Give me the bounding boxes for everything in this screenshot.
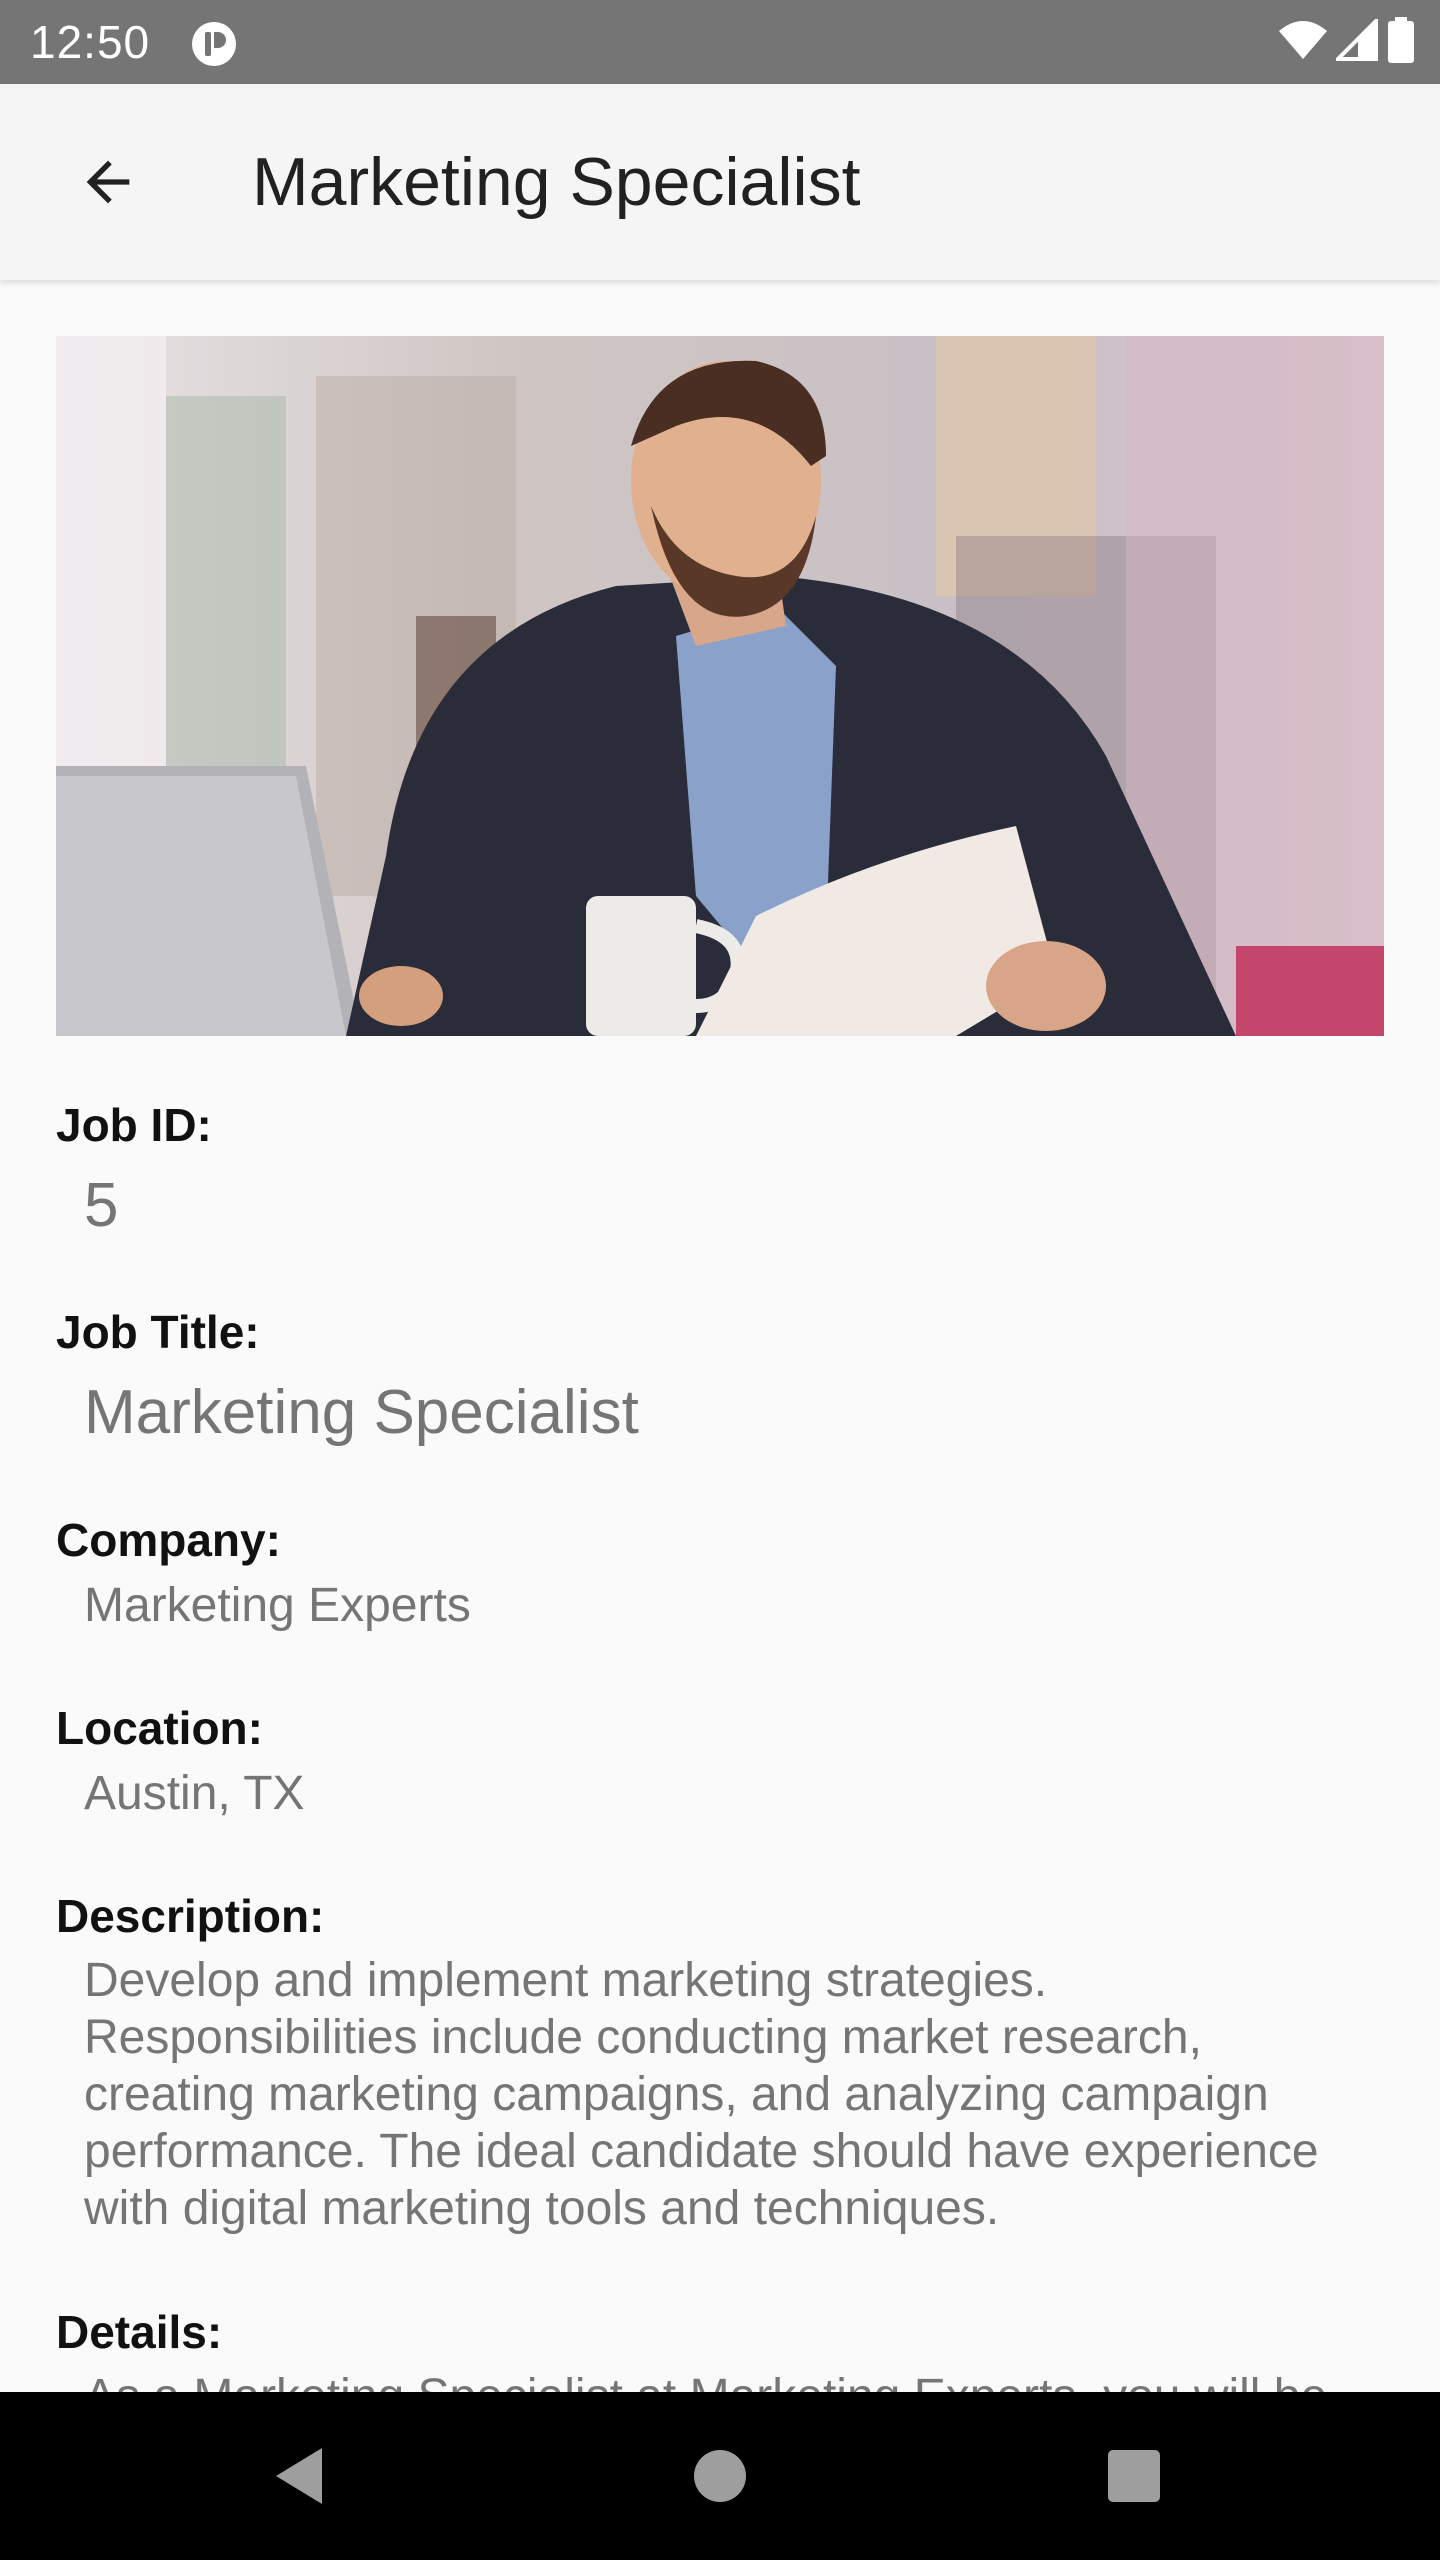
location-value: Austin, TX [84, 1767, 305, 1820]
back-button[interactable] [56, 130, 160, 234]
company-value: Marketing Experts [84, 1579, 471, 1632]
details-label: Details: [56, 2306, 223, 2358]
arrow-back-icon [86, 160, 130, 204]
description-value: Develop and implement marketing strategi… [84, 1954, 1319, 2235]
nav-home-button[interactable] [680, 2436, 760, 2516]
app-notification-icon [190, 20, 238, 68]
battery-icon [1386, 16, 1416, 68]
home-circle-icon [694, 2450, 746, 2502]
page-title: Marketing Specialist [252, 144, 861, 220]
description-label: Description: [56, 1890, 325, 1942]
nav-back-button[interactable] [260, 2436, 340, 2516]
businessman-with-laptop-photo [56, 336, 1384, 1036]
status-icons [1278, 15, 1416, 68]
status-time: 12:50 [30, 16, 151, 68]
job-image [56, 336, 1384, 1036]
app-bar: Marketing Specialist [0, 84, 1440, 280]
job-id-label: Job ID: [56, 1099, 212, 1151]
job-detail-content[interactable]: Job ID: 5 Job Title: Marketing Specialis… [0, 280, 1440, 2392]
recents-square-icon [1108, 2450, 1160, 2502]
back-triangle-icon [276, 2448, 322, 2504]
location-label: Location: [56, 1702, 263, 1754]
job-id-value: 5 [84, 1171, 119, 1240]
job-title-value: Marketing Specialist [84, 1378, 639, 1447]
system-navigation-bar [0, 2392, 1440, 2560]
wifi-icon [1278, 19, 1328, 66]
details-value: As a Marketing Specialist at Marketing E… [84, 2368, 1327, 2392]
nav-recents-button[interactable] [1094, 2436, 1174, 2516]
company-label: Company: [56, 1514, 281, 1566]
job-title-label: Job Title: [56, 1306, 260, 1358]
signal-icon [1333, 15, 1378, 66]
status-bar: 12:50 [0, 0, 1440, 84]
